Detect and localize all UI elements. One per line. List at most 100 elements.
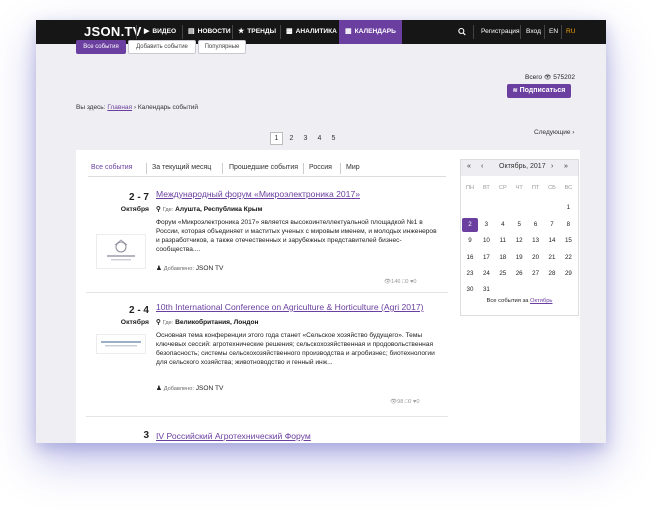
calendar-day[interactable]: 4 bbox=[495, 218, 511, 232]
calendar-day[interactable]: 5 bbox=[511, 218, 527, 232]
page-link-3[interactable]: 3 bbox=[300, 133, 311, 144]
calendar-day[interactable]: 27 bbox=[528, 267, 544, 281]
location-label: Где: bbox=[162, 320, 174, 326]
views-count: 98 bbox=[397, 399, 404, 405]
comments-count: 0 bbox=[405, 279, 409, 285]
nav-divider bbox=[561, 25, 562, 39]
register-link[interactable]: Регистрация bbox=[481, 20, 520, 44]
page-link-2[interactable]: 2 bbox=[286, 133, 297, 144]
calendar-day[interactable]: 11 bbox=[495, 234, 511, 248]
breadcrumb-separator: › bbox=[133, 104, 137, 111]
calendar-day[interactable]: 19 bbox=[511, 251, 527, 265]
location-value: Алушта, Республика Крым bbox=[175, 206, 263, 213]
calendar-day[interactable]: 6 bbox=[528, 218, 544, 232]
event-author: ♟ Добавлено: JSON TV bbox=[156, 384, 223, 392]
login-link[interactable]: Вход bbox=[526, 20, 541, 44]
user-icon: ♟ bbox=[156, 265, 162, 272]
calendar-day[interactable]: 23 bbox=[462, 267, 478, 281]
tab-current-month[interactable]: За текущий месяц bbox=[152, 164, 211, 171]
calendar-prev-button[interactable]: ‹ bbox=[481, 163, 483, 170]
lang-ru-link[interactable]: RU bbox=[566, 20, 576, 44]
subscribe-label: Подписаться bbox=[519, 87, 566, 94]
total-label: Всего bbox=[525, 74, 543, 81]
calendar-day[interactable]: 18 bbox=[495, 251, 511, 265]
site-logo[interactable]: JSON.TV bbox=[84, 24, 142, 39]
calendar-day[interactable]: 22 bbox=[560, 251, 576, 265]
subscriber-total: Всего 👁 575202 bbox=[525, 74, 575, 81]
event-description: Основная тема конференции этого года ста… bbox=[156, 332, 435, 366]
event-logo-image bbox=[96, 334, 146, 354]
tab-divider bbox=[340, 163, 341, 174]
nav-item-label: ТРЕНДЫ bbox=[247, 28, 277, 35]
calendar-day[interactable]: 16 bbox=[462, 251, 478, 265]
calendar-day[interactable]: 7 bbox=[544, 218, 560, 232]
calendar-header: « ‹ Октябрь, 2017 › » bbox=[461, 160, 578, 176]
rss-icon: ≋ bbox=[512, 88, 518, 94]
nav-item-calendar[interactable]: ▦ КАЛЕНДАРЬ bbox=[339, 20, 402, 44]
tab-divider bbox=[146, 163, 147, 174]
calendar-day[interactable]: 8 bbox=[560, 218, 576, 232]
author-name[interactable]: JSON TV bbox=[196, 265, 224, 272]
calendar-day-today[interactable]: 2 bbox=[462, 217, 478, 232]
calendar-widget: « ‹ Октябрь, 2017 › » ПН ВТ СР ЧТ ПТ СБ ВС 1 2 3 4… bbox=[460, 159, 579, 316]
calendar-day[interactable]: 28 bbox=[544, 267, 560, 281]
tab-past-events[interactable]: Прошедшие события bbox=[229, 164, 298, 171]
nav-divider bbox=[280, 25, 281, 39]
calendar-weekday: ПН bbox=[465, 185, 475, 191]
nav-divider bbox=[182, 25, 183, 39]
calendar-day[interactable]: 14 bbox=[544, 234, 560, 248]
calendar-month-label: Октябрь, 2017 bbox=[499, 163, 546, 170]
event-title-link[interactable]: 10th International Conference on Agricul… bbox=[156, 302, 424, 312]
event-title-link[interactable]: IV Российский Агротехнический Форум bbox=[156, 431, 311, 441]
event-month: Октября bbox=[120, 319, 149, 326]
calendar-month-link[interactable]: Октябрь bbox=[530, 298, 552, 304]
calendar-last-next-button[interactable]: » bbox=[564, 163, 568, 170]
calendar-weekday: ПТ bbox=[531, 185, 540, 191]
page-link-4[interactable]: 4 bbox=[314, 133, 325, 144]
eye-icon: 👁 bbox=[543, 75, 552, 81]
calendar-day[interactable]: 21 bbox=[544, 251, 560, 265]
calendar-day[interactable]: 30 bbox=[462, 283, 478, 297]
added-label: Добавлено: bbox=[163, 386, 194, 392]
search-icon[interactable] bbox=[458, 20, 466, 44]
calendar-day[interactable]: 10 bbox=[478, 234, 494, 248]
event-description: Форум «Микроэлектроника 2017» является в… bbox=[156, 219, 437, 253]
calendar-day[interactable]: 1 bbox=[560, 201, 576, 215]
chevron-right-icon: › bbox=[572, 129, 575, 136]
calendar-first-prev-button[interactable]: « bbox=[467, 163, 471, 170]
nav-item-analytics[interactable]: ▩ АНАЛИТИКА bbox=[286, 20, 337, 44]
event-date: 2 - 7 bbox=[128, 192, 149, 203]
event-stats: 👁146 □0 ♥0 bbox=[384, 279, 417, 285]
calendar-day[interactable]: 17 bbox=[478, 251, 494, 265]
breadcrumb-prefix: Вы здесь: bbox=[76, 104, 106, 111]
calendar-day[interactable]: 3 bbox=[478, 218, 494, 232]
calendar-day[interactable]: 13 bbox=[528, 234, 544, 248]
calendar-day[interactable]: 15 bbox=[560, 234, 576, 248]
nav-divider bbox=[136, 25, 137, 39]
page-link-1[interactable]: 1 bbox=[270, 132, 283, 145]
add-event-button[interactable]: Добавить событие bbox=[128, 40, 196, 54]
all-events-button[interactable]: Все события bbox=[76, 40, 126, 54]
calendar-day[interactable]: 25 bbox=[495, 267, 511, 281]
calendar-day[interactable]: 24 bbox=[478, 267, 494, 281]
breadcrumb-home-link[interactable]: Главная bbox=[107, 104, 132, 111]
author-name[interactable]: JSON TV bbox=[196, 385, 224, 392]
tab-world[interactable]: Мир bbox=[346, 164, 360, 171]
calendar-weekday: ВС bbox=[564, 185, 573, 191]
event-title-link[interactable]: Международный форум «Микроэлектроника 20… bbox=[156, 189, 360, 199]
calendar-day[interactable]: 26 bbox=[511, 267, 527, 281]
subscribe-button[interactable]: ≋ Подписаться bbox=[507, 84, 571, 98]
calendar-day[interactable]: 20 bbox=[528, 251, 544, 265]
popular-button[interactable]: Популярные bbox=[198, 40, 246, 54]
calendar-day[interactable]: 9 bbox=[462, 234, 478, 248]
tab-all-events[interactable]: Все события bbox=[91, 164, 132, 171]
calendar-day[interactable]: 29 bbox=[560, 267, 576, 281]
next-page-link[interactable]: Следующие › bbox=[534, 129, 574, 136]
tab-russia[interactable]: Россия bbox=[309, 164, 332, 171]
calendar-next-button[interactable]: › bbox=[551, 163, 553, 170]
document-icon: ▩ bbox=[286, 28, 293, 35]
calendar-day[interactable]: 31 bbox=[478, 283, 494, 297]
page-link-5[interactable]: 5 bbox=[328, 133, 339, 144]
calendar-day[interactable]: 12 bbox=[511, 234, 527, 248]
lang-en-link[interactable]: EN bbox=[549, 20, 558, 44]
